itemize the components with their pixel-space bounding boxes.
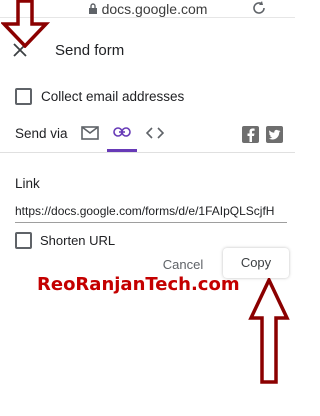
collect-email-label: Collect email addresses: [41, 89, 185, 104]
twitter-icon[interactable]: [266, 126, 283, 143]
lock-icon: [88, 2, 98, 15]
link-url-field[interactable]: https://docs.google.com/forms/d/e/1FAIpQ…: [15, 204, 287, 223]
tab-link[interactable]: [107, 118, 137, 152]
annotation-arrow-down: [1, 0, 51, 48]
tab-embed[interactable]: [140, 118, 170, 152]
link-heading: Link: [15, 176, 40, 191]
collect-email-checkbox[interactable]: [15, 88, 32, 105]
facebook-icon[interactable]: [242, 126, 259, 143]
watermark-text: ReoRanjanTech.com: [37, 274, 240, 295]
dialog-title: Send form: [55, 42, 125, 59]
reload-icon[interactable]: [251, 0, 267, 16]
shorten-url-row[interactable]: Shorten URL: [15, 232, 115, 249]
collect-email-row[interactable]: Collect email addresses: [15, 88, 184, 105]
embed-icon: [146, 127, 164, 152]
section-divider: [0, 152, 295, 153]
shorten-url-checkbox[interactable]: [15, 232, 32, 249]
url-text: docs.google.com: [101, 0, 208, 17]
tab-email[interactable]: [75, 118, 105, 152]
send-via-label: Send via: [15, 126, 68, 141]
email-icon: [81, 126, 99, 152]
shorten-url-label: Shorten URL: [40, 233, 116, 248]
annotation-arrow-up: [248, 278, 290, 384]
